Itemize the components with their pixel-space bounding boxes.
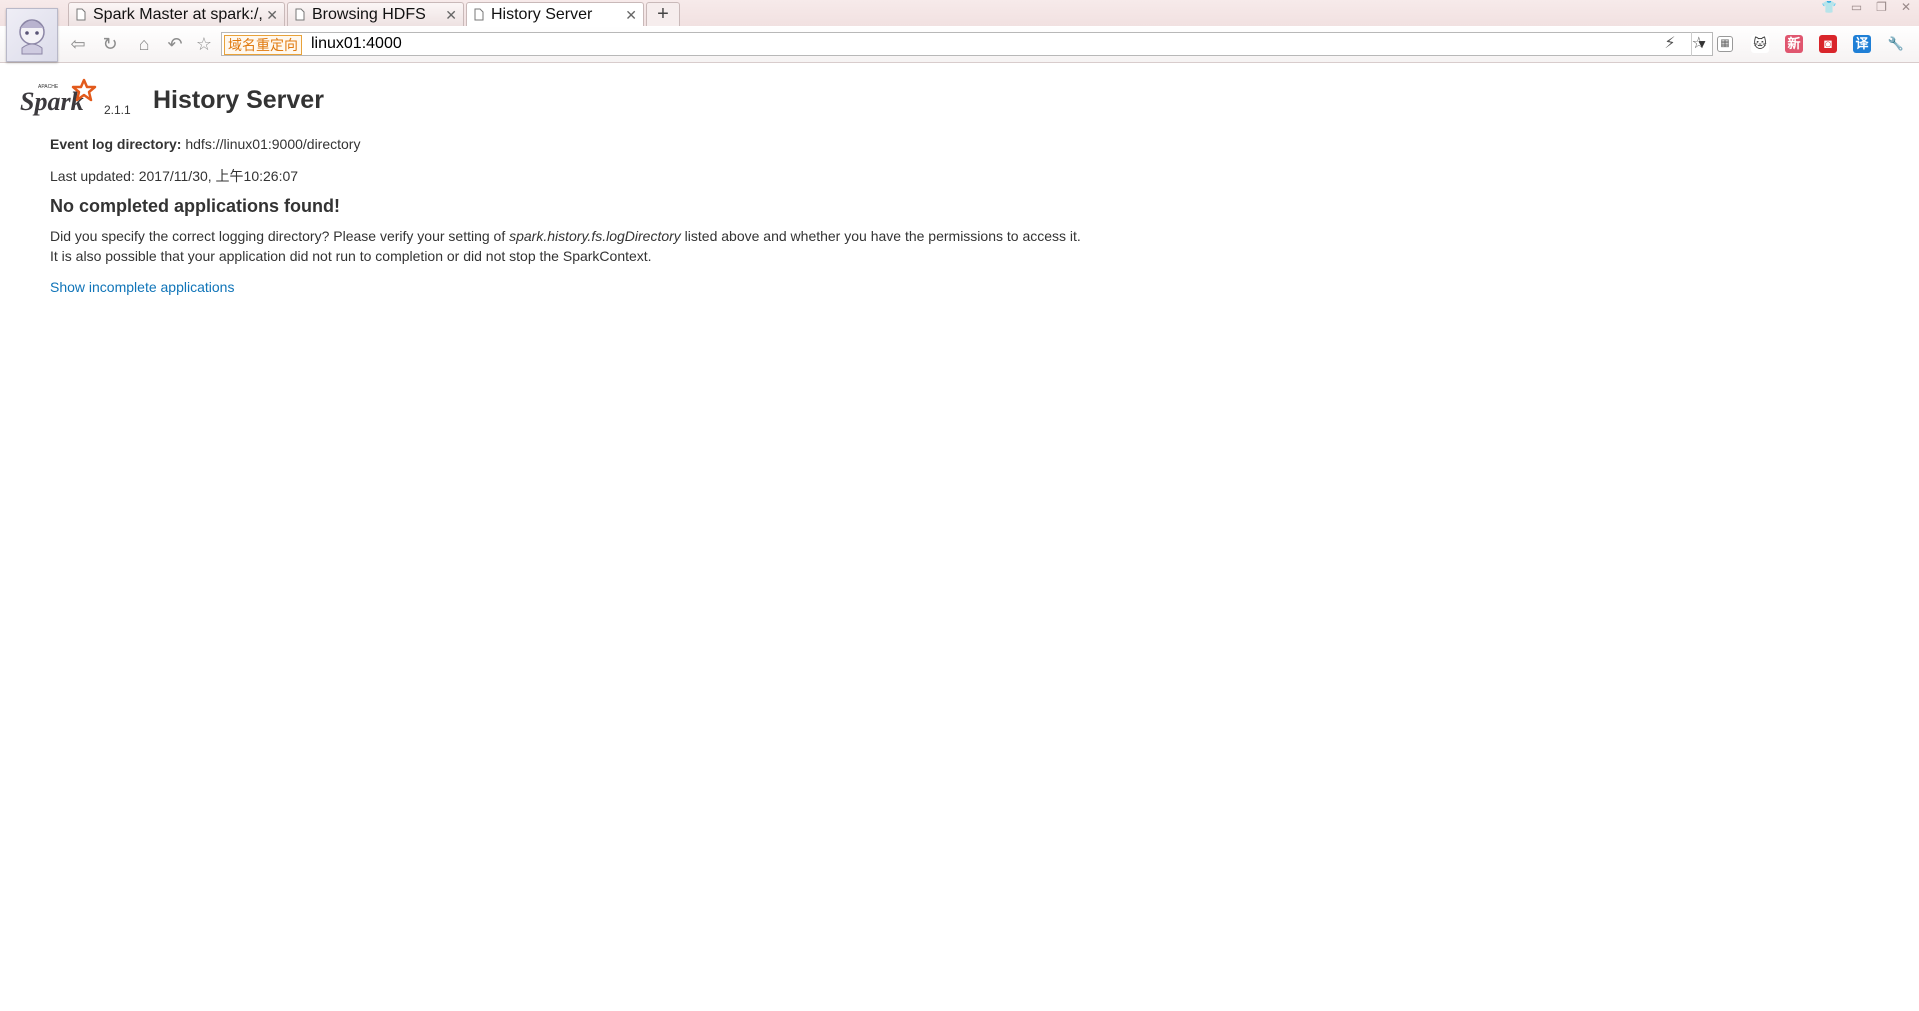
translate-icon[interactable]: 译 <box>1853 35 1871 53</box>
event-log-value: hdfs://linux01:9000/directory <box>185 136 361 152</box>
tab-browsing-hdfs[interactable]: Browsing HDFS ✕ <box>287 2 464 26</box>
user-avatar[interactable] <box>6 8 58 62</box>
skin-icon[interactable]: 👕 <box>1822 0 1837 14</box>
help-text-line-1: Did you specify the correct logging dire… <box>50 228 1081 244</box>
spark-version: 2.1.1 <box>104 103 131 117</box>
help-line1-post: listed above and whether you have the pe… <box>680 228 1081 244</box>
avatar-image <box>19 19 45 55</box>
tab-history-server[interactable]: History Server ✕ <box>466 2 644 26</box>
window-controls: 👕 ▭ ❐ ✕ <box>1822 0 1911 14</box>
logo-text: Spark <box>20 87 84 116</box>
wrench-icon[interactable]: 🔧 <box>1887 35 1905 53</box>
close-icon[interactable]: ✕ <box>266 3 278 26</box>
browser-toolbar: ⇦ ↻ ⌂ ↶ ☆ 域名重定向 linux01:4000 ⚡ ☆ ▼ ▦ 🐱 新… <box>0 26 1919 63</box>
show-incomplete-link[interactable]: Show incomplete applications <box>50 279 234 295</box>
tab-title: History Server <box>491 6 593 23</box>
last-updated: Last updated: 2017/11/30, 上午10:26:07 <box>50 168 299 184</box>
new-tab-button[interactable]: + <box>646 2 680 26</box>
address-bar[interactable]: 域名重定向 linux01:4000 ⚡ ☆ <box>221 32 1713 56</box>
page-icon <box>76 8 86 21</box>
close-icon[interactable]: ✕ <box>445 3 457 26</box>
event-log-row: Event log directory: hdfs://linux01:9000… <box>50 136 360 152</box>
back-icon[interactable]: ⇦ <box>66 32 90 56</box>
refresh-icon[interactable]: ↻ <box>98 32 122 56</box>
news-icon[interactable]: 新 <box>1785 35 1803 53</box>
page-icon <box>295 8 305 21</box>
red-app-icon[interactable]: ◙ <box>1819 35 1837 53</box>
spark-logo[interactable]: APACHE Spark <box>20 78 102 118</box>
page-icon <box>474 8 484 21</box>
favorite-star-icon[interactable]: ☆ <box>192 32 216 56</box>
help-text-line-2: It is also possible that your applicatio… <box>50 248 652 264</box>
tiles-icon[interactable]: ▦ <box>1717 36 1733 52</box>
home-icon[interactable]: ⌂ <box>132 32 156 56</box>
browser-title-bar: Spark Master at spark:/, ✕ Browsing HDFS… <box>0 0 1919 26</box>
event-log-label: Event log directory: <box>50 136 182 152</box>
no-apps-heading: No completed applications found! <box>50 196 341 216</box>
url-text[interactable]: linux01:4000 <box>311 33 402 55</box>
address-dropdown-icon[interactable]: ▼ <box>1691 32 1712 56</box>
help-line1-pre: Did you specify the correct logging dire… <box>50 228 510 244</box>
tab-strip: Spark Master at spark:/, ✕ Browsing HDFS… <box>68 2 680 26</box>
tab-title: Spark Master at spark:/, <box>93 6 263 23</box>
close-icon[interactable]: ✕ <box>625 3 637 26</box>
close-window-icon[interactable]: ✕ <box>1901 0 1911 14</box>
log-directory-setting: spark.history.fs.logDirectory <box>509 228 681 244</box>
undo-close-tab-icon[interactable]: ↶ <box>163 32 187 56</box>
lightning-icon[interactable]: ⚡ <box>1664 33 1675 55</box>
restore-icon[interactable]: ❐ <box>1876 0 1887 14</box>
cat-icon[interactable]: 🐱 <box>1751 35 1769 53</box>
page-title: History Server <box>153 86 324 114</box>
redirect-badge[interactable]: 域名重定向 <box>224 35 302 55</box>
tab-title: Browsing HDFS <box>312 6 426 23</box>
tab-spark-master[interactable]: Spark Master at spark:/, ✕ <box>68 2 285 26</box>
minimize-icon[interactable]: ▭ <box>1851 0 1862 14</box>
